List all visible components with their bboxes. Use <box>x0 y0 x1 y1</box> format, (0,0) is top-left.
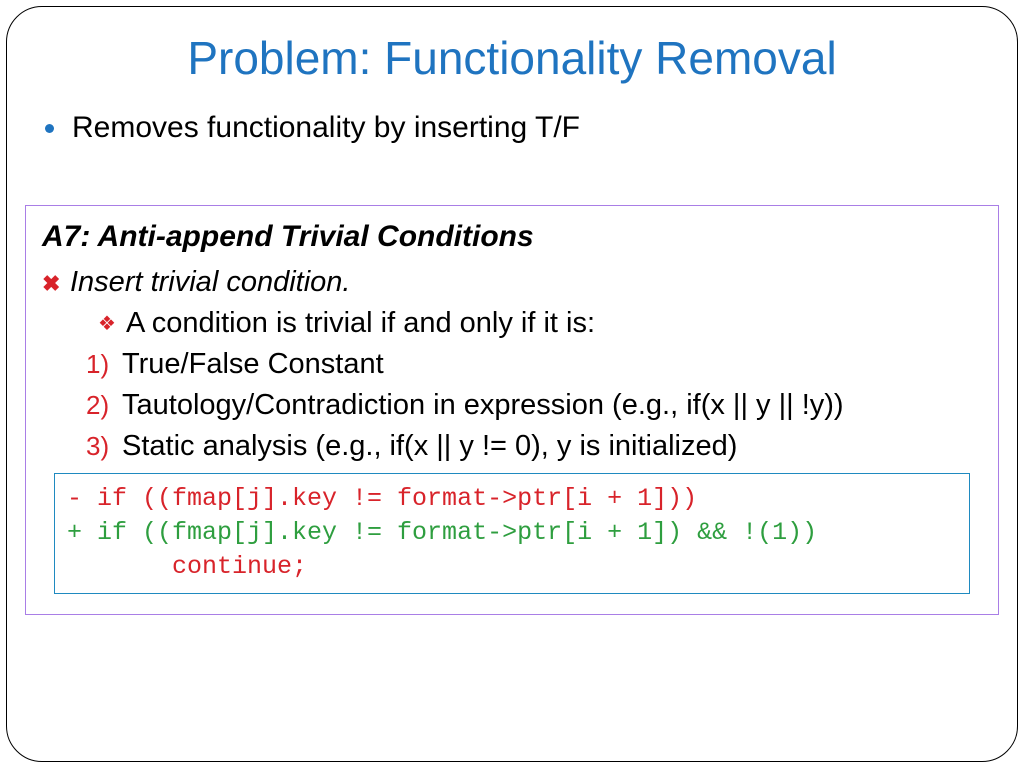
panel-a7: A7: Anti-append Trivial Conditions ✖ Ins… <box>25 205 999 615</box>
code-line-continue: continue; <box>67 552 307 581</box>
line-insert: ✖ Insert trivial condition. <box>42 266 982 299</box>
slide-frame: Problem: Functionality Removal Removes f… <box>6 6 1018 762</box>
line-insert-text: Insert trivial condition. <box>70 266 350 299</box>
item-1-text: True/False Constant <box>122 348 384 381</box>
num-1: 1) <box>86 349 122 380</box>
slide-title: Problem: Functionality Removal <box>43 31 981 85</box>
disc-icon <box>45 124 54 133</box>
bullet-text: Removes functionality by inserting T/F <box>72 111 580 145</box>
line-condition-text: A condition is trivial if and only if it… <box>126 307 595 340</box>
code-line-add: + if ((fmap[j].key != format->ptr[i + 1]… <box>67 518 817 547</box>
bullet-removes: Removes functionality by inserting T/F <box>45 111 981 145</box>
num-2: 2) <box>86 390 122 421</box>
item-2: 2) Tautology/Contradiction in expression… <box>86 389 982 422</box>
item-2-text: Tautology/Contradiction in expression (e… <box>122 389 844 422</box>
x-icon: ✖ <box>42 271 70 297</box>
diamond-icon: ❖ <box>98 311 126 336</box>
panel-heading: A7: Anti-append Trivial Conditions <box>42 220 982 254</box>
item-1: 1) True/False Constant <box>86 348 982 381</box>
line-condition: ❖ A condition is trivial if and only if … <box>98 307 982 340</box>
code-line-del: - if ((fmap[j].key != format->ptr[i + 1]… <box>67 484 697 513</box>
code-diff: - if ((fmap[j].key != format->ptr[i + 1]… <box>54 473 970 594</box>
num-3: 3) <box>86 431 122 462</box>
item-3: 3) Static analysis (e.g., if(x || y != 0… <box>86 430 982 463</box>
item-3-text: Static analysis (e.g., if(x || y != 0), … <box>122 430 737 463</box>
